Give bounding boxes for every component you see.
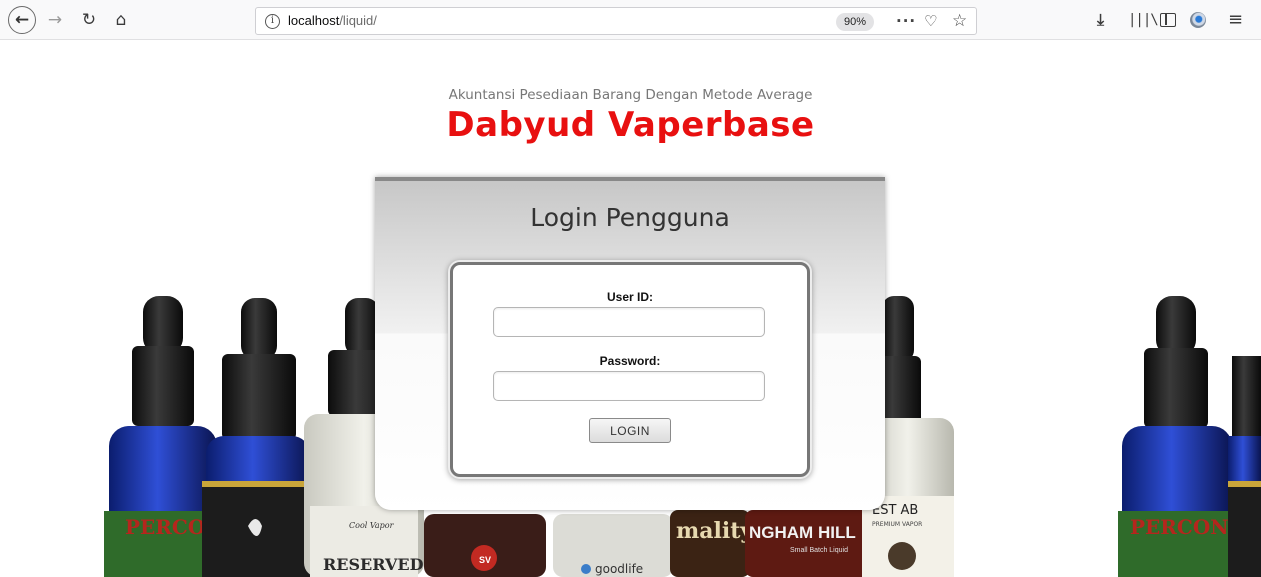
login-button[interactable]: LOGIN — [589, 418, 671, 443]
password-input[interactable] — [493, 371, 765, 401]
bottle-goodlife: goodlife — [553, 514, 673, 577]
login-card: Login Pengguna User ID: Password: LOGIN — [375, 177, 885, 510]
brand-title: Dabyud Vaperbase — [446, 105, 815, 145]
info-icon[interactable]: i — [265, 14, 280, 29]
password-label: Password: — [599, 354, 661, 368]
userid-label: User ID: — [606, 290, 653, 304]
bottle-label-premium: PREMIUM VAPOR — [872, 521, 922, 528]
bottle-center-3: mality — [670, 510, 754, 577]
url-text[interactable]: localhost/liquid/ — [288, 13, 377, 28]
account-icon[interactable] — [1190, 12, 1206, 28]
userid-input[interactable] — [493, 307, 765, 337]
app-subtitle: Akuntansi Pesediaan Barang Dengan Metode… — [448, 87, 813, 103]
bottle-blue-right: PERCON — [1118, 296, 1238, 577]
bottle-label-sv: SV — [479, 555, 491, 565]
download-icon[interactable]: ⤓ — [1097, 10, 1104, 30]
bottle-ngham-hill: NGHAM HILL Small Batch Liquid — [745, 510, 875, 577]
bottle-label-cool-vapor: Cool Vapor — [349, 521, 395, 530]
bottle-label-goodlife: goodlife — [595, 562, 643, 576]
bottle-label-ngham: NGHAM — [749, 523, 813, 542]
bottle-black-2 — [202, 298, 314, 577]
login-form: User ID: Password: LOGIN — [450, 262, 810, 477]
url-host: localhost — [288, 13, 340, 28]
reload-icon[interactable]: ↻ — [78, 7, 100, 33]
bottle-label-hill: HILL — [818, 523, 856, 542]
sidebar-icon[interactable] — [1160, 13, 1176, 27]
url-bar[interactable]: i localhost/liquid/ 90% ··· ♡ ☆ — [255, 7, 977, 35]
bottle-black-right — [1228, 356, 1261, 577]
more-actions-icon[interactable]: ··· — [896, 12, 916, 30]
login-title: Login Pengguna — [530, 203, 730, 232]
page-content: Akuntansi Pesediaan Barang Dengan Metode… — [0, 41, 1261, 577]
bottle-label-percon-right: PERCON — [1130, 515, 1229, 539]
browser-toolbar: ← → ↻ ⌂ i localhost/liquid/ 90% ··· ♡ ☆ … — [0, 0, 1261, 40]
forward-arrow-icon[interactable]: → — [44, 7, 66, 33]
home-icon[interactable]: ⌂ — [108, 7, 134, 33]
zoom-level-badge[interactable]: 90% — [836, 13, 874, 31]
bottle-label-small-batch: Small Batch Liquid — [790, 547, 848, 554]
hamburger-menu-icon[interactable]: ≡ — [1228, 10, 1243, 30]
pocket-icon[interactable]: ♡ — [924, 12, 937, 30]
bottle-center-1 — [424, 514, 546, 577]
library-icon[interactable]: |||\ — [1128, 10, 1159, 30]
back-arrow-icon[interactable]: ← — [8, 6, 36, 34]
bottle-label-reserved: RESERVED — [323, 555, 424, 574]
bottle-label-mality: mality — [676, 518, 754, 544]
url-path: /liquid/ — [339, 13, 377, 28]
star-bookmark-icon[interactable]: ☆ — [952, 12, 967, 30]
